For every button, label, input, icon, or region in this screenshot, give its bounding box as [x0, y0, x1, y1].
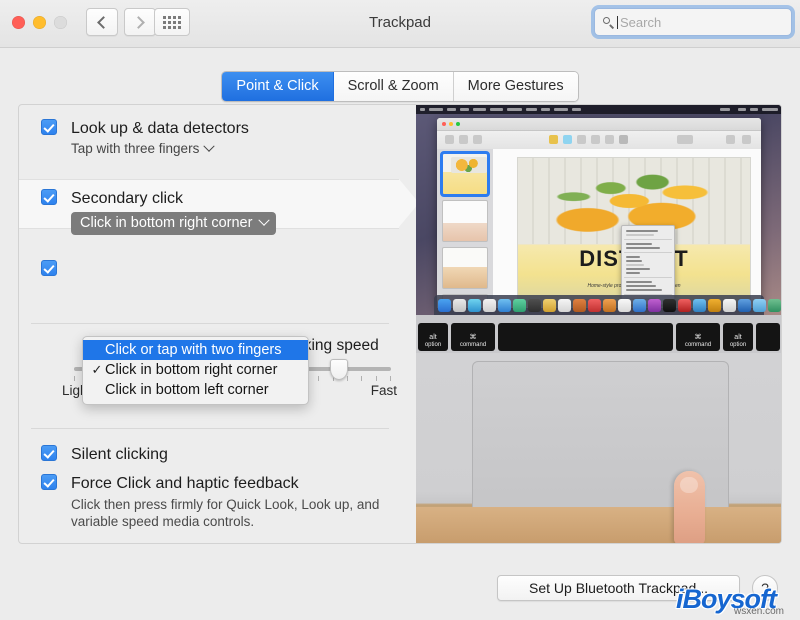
preview-laptop-deck [416, 353, 781, 543]
checkbox-force-click[interactable] [41, 474, 57, 490]
chevron-down-icon [203, 140, 215, 152]
option-force-click-description: Click then press firmly for Quick Look, … [71, 497, 380, 529]
option-tap-to-click[interactable] [41, 260, 57, 276]
preview-window-titlebar [437, 118, 761, 131]
tab-point-and-click[interactable]: Point & Click [222, 72, 334, 101]
checkbox-tap-to-click[interactable] [41, 260, 57, 276]
menu-item-label: Click in bottom left corner [105, 382, 269, 398]
preview-dock [434, 295, 781, 315]
settings-panel: Look up & data detectors Tap with three … [18, 104, 782, 544]
secondary-click-popup-menu[interactable]: Click or tap with two fingers ✓ Click in… [82, 336, 309, 405]
preview-slide-navigator [437, 149, 493, 308]
preview-keynote-window: DISTRICT Home-style produce picks for yo… [437, 118, 761, 308]
option-silent-clicking-body: Silent clicking [71, 445, 168, 464]
slider-tracking-mark-fast: Fast [370, 383, 397, 398]
preview-key-command-symbol: ⌘ [694, 334, 702, 341]
option-lookup-data-detectors[interactable]: Look up & data detectors Tap with three … [41, 119, 249, 156]
option-secondary-click-body: Secondary click Click in bottom right co… [71, 189, 277, 235]
checkbox-silent-clicking[interactable] [41, 445, 57, 461]
option-silent-clicking[interactable]: Silent clicking [41, 445, 168, 464]
preview-window-toolbar [437, 131, 761, 150]
preview-key-arrow [756, 323, 780, 351]
preview-key-command-symbol: ⌘ [469, 334, 477, 341]
option-secondary-click[interactable]: Secondary click Click in bottom right co… [41, 189, 277, 235]
preview-key-option-label: option [729, 342, 747, 348]
gesture-preview-video: DISTRICT Home-style produce picks for yo… [416, 105, 781, 543]
tab-more-gestures[interactable]: More Gestures [453, 72, 578, 101]
preview-key-row: alt option ⌘ command ⌘ command alt optio… [416, 323, 781, 351]
preview-slide-thumbnail [442, 200, 488, 242]
preview-window-body: DISTRICT Home-style produce picks for yo… [437, 149, 761, 308]
divider-bottom [31, 428, 389, 429]
window-titlebar: Trackpad Search [0, 0, 800, 48]
preview-slide-thumbnail [440, 151, 490, 197]
menu-check-mark: ✓ [91, 362, 103, 377]
preview-context-menu [621, 225, 675, 305]
search-icon [603, 16, 614, 28]
divider-top [31, 323, 389, 324]
preview-slide-thumbnail [442, 247, 488, 289]
option-silent-clicking-title: Silent clicking [71, 446, 168, 463]
set-up-bluetooth-trackpad-button[interactable]: Set Up Bluetooth Trackpad... [497, 575, 740, 601]
preview-key-command-left: ⌘ command [451, 323, 495, 351]
option-force-click[interactable]: Force Click and haptic feedback Click th… [41, 474, 401, 530]
checkbox-lookup-data-detectors[interactable] [41, 119, 57, 135]
preview-key-alt-symbol: alt [429, 334, 437, 341]
search-input[interactable]: Search [594, 8, 792, 36]
secondary-click-popup-button[interactable]: Click in bottom right corner [71, 212, 277, 235]
menu-item-two-fingers[interactable]: Click or tap with two fingers [83, 340, 308, 360]
tab-scroll-and-zoom[interactable]: Scroll & Zoom [333, 72, 454, 101]
search-field-wrapper[interactable]: Search [594, 8, 792, 36]
slider-tracking-thumb[interactable] [330, 359, 348, 380]
preview-key-option-left: alt option [418, 323, 448, 351]
preview-laptop-screen: DISTRICT Home-style produce picks for yo… [416, 105, 781, 315]
preview-key-alt-symbol: alt [734, 334, 742, 341]
preview-desk-surface [416, 507, 781, 543]
chevron-down-icon [258, 214, 271, 226]
secondary-click-popup-label: Click in bottom right corner [80, 215, 253, 231]
checkbox-secondary-click[interactable] [41, 189, 57, 205]
preview-key-command-label: command [459, 342, 487, 348]
preview-menubar [416, 105, 781, 114]
option-secondary-click-title: Secondary click [71, 190, 184, 207]
preview-key-space [498, 323, 673, 351]
text-caret [617, 15, 618, 29]
preview-finger [674, 471, 705, 543]
watermark-site: wsxen.com [734, 606, 785, 617]
option-force-click-body: Force Click and haptic feedback Click th… [71, 474, 401, 530]
options-column: Look up & data detectors Tap with three … [19, 105, 419, 543]
tab-bar: Point & Click Scroll & Zoom More Gesture… [0, 71, 800, 102]
preview-keyboard: alt option ⌘ command ⌘ command alt optio… [416, 315, 781, 353]
preview-key-option-right: alt option [723, 323, 753, 351]
search-placeholder: Search [620, 14, 662, 30]
option-lookup-popup[interactable]: Tap with three fingers [71, 140, 249, 156]
preview-key-command-label: command [684, 342, 712, 348]
menu-item-bottom-left[interactable]: Click in bottom left corner [83, 380, 308, 400]
menu-item-bottom-right[interactable]: ✓ Click in bottom right corner [83, 360, 308, 380]
preview-key-command-right: ⌘ command [676, 323, 720, 351]
preview-slide-canvas: DISTRICT Home-style produce picks for yo… [493, 149, 761, 308]
help-button[interactable]: ? [752, 575, 778, 601]
preview-key-option-label: option [424, 342, 442, 348]
option-lookup-body: Look up & data detectors Tap with three … [71, 119, 249, 156]
option-lookup-popup-label: Tap with three fingers [71, 141, 200, 156]
option-force-click-title: Force Click and haptic feedback [71, 475, 299, 492]
option-lookup-title: Look up & data detectors [71, 120, 249, 137]
preferences-window: Trackpad Search Point & Click Scroll & Z… [0, 0, 800, 620]
menu-item-label: Click in bottom right corner [105, 362, 278, 378]
tab-group: Point & Click Scroll & Zoom More Gesture… [221, 71, 579, 102]
menu-item-label: Click or tap with two fingers [105, 342, 282, 358]
